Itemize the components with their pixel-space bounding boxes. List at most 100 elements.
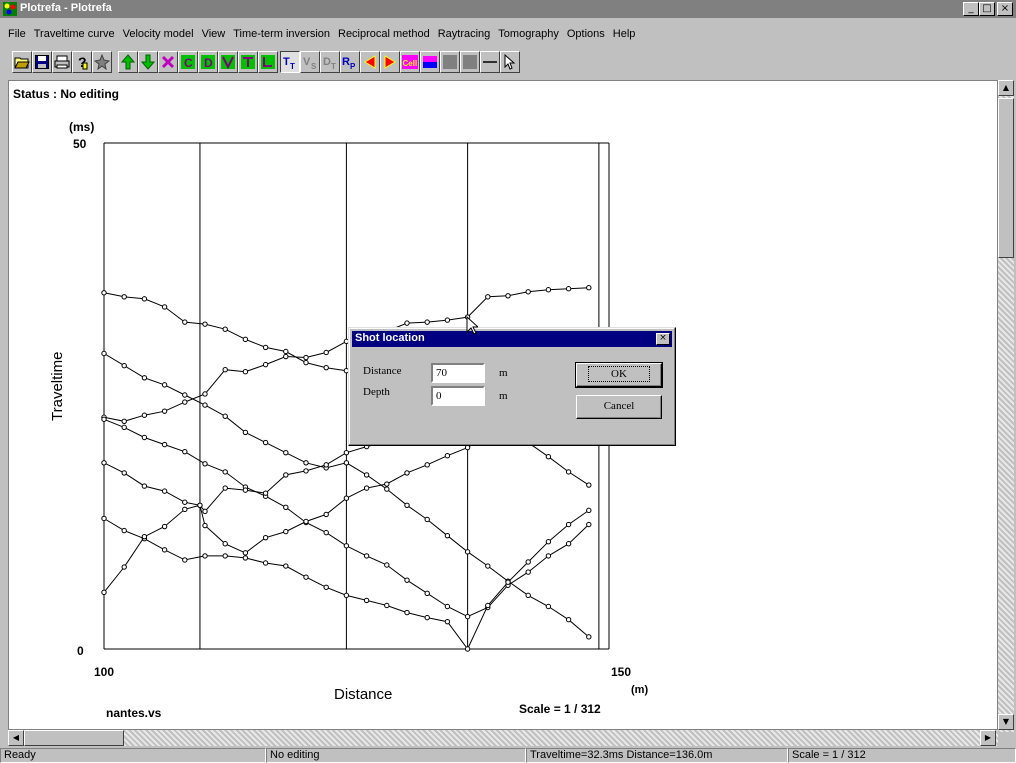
horizontal-scroll-thumb[interactable] (24, 730, 124, 746)
x-unit-label: (m) (631, 684, 648, 696)
distance-input[interactable]: 70 (431, 363, 485, 383)
cell-button[interactable]: Cell (400, 51, 420, 73)
data-point (121, 424, 127, 431)
dialog-title-bar[interactable]: Shot location × (352, 331, 672, 347)
tt-button[interactable]: TT (280, 51, 300, 73)
data-point (222, 366, 228, 373)
data-point (202, 553, 208, 559)
scroll-down-button[interactable]: ▼ (998, 714, 1014, 730)
data-point (182, 499, 188, 505)
fill-button-2[interactable] (460, 51, 480, 73)
v-button[interactable] (218, 51, 238, 73)
data-point (424, 590, 430, 597)
pin-button[interactable] (92, 51, 112, 73)
data-point (545, 603, 552, 610)
dt-button[interactable]: DT (320, 51, 340, 73)
delete-button[interactable] (158, 51, 178, 73)
data-point (262, 344, 269, 351)
status-ready: Ready (0, 748, 266, 763)
menu-help[interactable]: Help (609, 26, 640, 42)
window-title: Plotrefa - Plotrefa (20, 2, 112, 14)
c-icon: C (181, 55, 195, 70)
l-button[interactable] (258, 51, 278, 73)
data-point (565, 469, 572, 475)
d-button[interactable]: D (198, 51, 218, 73)
status-readout: Traveltime=32.3ms Distance=136.0m (526, 748, 788, 763)
x-axis-label: Distance (334, 686, 392, 703)
next-button[interactable] (380, 51, 400, 73)
data-point (303, 518, 309, 525)
print-button[interactable] (52, 51, 72, 73)
scroll-up-button[interactable]: ▲ (998, 80, 1014, 96)
vertical-scrollbar[interactable]: ▲ ▼ (998, 80, 1014, 732)
data-point (303, 359, 309, 366)
help-button[interactable]: ? (72, 51, 92, 73)
menu-tomography[interactable]: Tomography (494, 26, 563, 42)
save-button[interactable] (32, 51, 52, 73)
data-point (343, 592, 350, 599)
data-point (182, 399, 188, 405)
data-point (545, 539, 552, 545)
depth-input[interactable]: 0 (431, 386, 485, 406)
data-point (586, 285, 592, 291)
data-point (141, 375, 148, 381)
fill-button-1[interactable] (440, 51, 460, 73)
dialog-close-button[interactable]: × (656, 333, 670, 345)
menu-velocity-model[interactable]: Velocity model (119, 26, 198, 42)
data-point (485, 294, 491, 300)
vertical-scroll-thumb[interactable] (998, 98, 1014, 258)
vs-button[interactable]: VS (300, 51, 320, 73)
move-down-button[interactable] (138, 51, 158, 73)
cancel-button[interactable]: Cancel (576, 395, 662, 419)
menu-raytracing[interactable]: Raytracing (434, 26, 495, 42)
svg-text:T: T (290, 62, 295, 70)
data-point (323, 511, 329, 518)
rp-button[interactable]: RP (340, 51, 360, 73)
scroll-right-button[interactable]: ▶ (980, 730, 996, 746)
data-point (343, 449, 350, 456)
data-point (161, 304, 168, 310)
open-button[interactable] (12, 51, 32, 73)
data-point (525, 289, 531, 295)
arrow-up-icon (121, 54, 135, 70)
menu-file[interactable]: File (4, 26, 30, 42)
scroll-left-button[interactable]: ◀ (8, 730, 24, 746)
menu-traveltime-curve[interactable]: Traveltime curve (30, 26, 119, 42)
y-unit-label: (ms) (69, 120, 94, 134)
data-point (262, 534, 269, 541)
horizontal-scrollbar[interactable]: ◀ ▶ (8, 730, 998, 746)
line-button[interactable] (480, 51, 500, 73)
y-tick-label: 0 (77, 644, 84, 658)
maximize-button[interactable]: □ (979, 2, 995, 16)
depth-unit: m (499, 390, 508, 402)
t-button[interactable] (238, 51, 258, 73)
menu-options[interactable]: Options (563, 26, 609, 42)
data-point (101, 460, 107, 466)
svg-text:T: T (331, 62, 336, 70)
data-point (464, 613, 471, 620)
minimize-button[interactable]: _ (963, 2, 979, 16)
close-button[interactable]: × (997, 2, 1013, 16)
ok-button[interactable]: OK (575, 362, 663, 388)
data-point (323, 349, 329, 356)
data-point (343, 543, 350, 549)
c-button[interactable]: C (178, 51, 198, 73)
data-point (424, 516, 430, 523)
color-bar-icon (423, 56, 437, 68)
data-point (242, 369, 249, 375)
menu-view[interactable]: View (198, 26, 230, 42)
previous-button[interactable] (360, 51, 380, 73)
rp-icon: RP (342, 56, 356, 70)
data-point (323, 364, 329, 371)
data-point (283, 348, 289, 355)
menu-reciprocal-method[interactable]: Reciprocal method (334, 26, 434, 42)
color-bar-button[interactable] (420, 51, 440, 73)
pointer-button[interactable] (500, 51, 520, 73)
data-point (242, 555, 249, 561)
move-up-button[interactable] (118, 51, 138, 73)
menu-time-term-inversion[interactable]: Time-term inversion (229, 26, 334, 42)
data-point (121, 362, 127, 369)
d-icon: D (201, 55, 215, 70)
dt-icon: DT (323, 56, 336, 70)
title-bar[interactable]: Plotrefa - Plotrefa _ □ × (0, 0, 1016, 18)
